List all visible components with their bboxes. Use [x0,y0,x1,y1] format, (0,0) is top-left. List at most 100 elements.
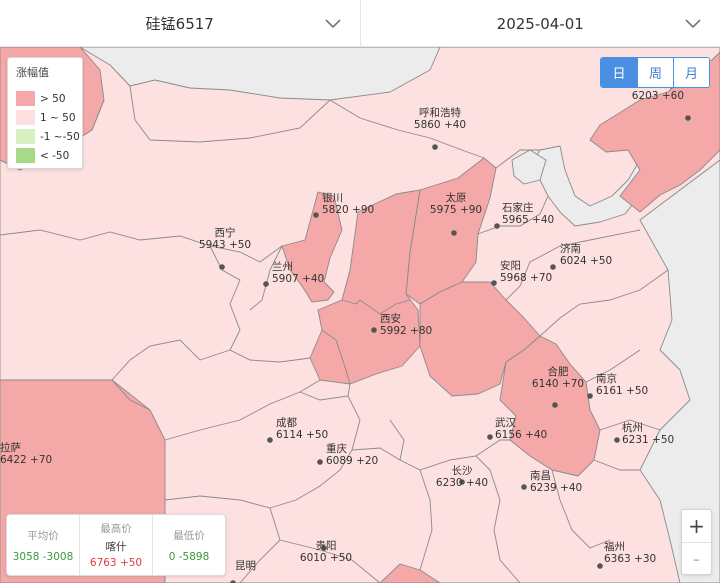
chevron-down-icon [685,19,701,29]
max-price-value: 6763 +50 [89,557,143,569]
city-marker[interactable]: 兰州5907 +40 [263,260,324,287]
price-stats-panel: 平均价 3058 -3008 最高价 喀什 6763 +50 最低价 0 -58… [6,514,226,576]
city-price: 6024 +50 [560,255,612,267]
city-marker[interactable]: 武汉6156 +40 [487,416,547,441]
legend-label: < -50 [40,149,70,162]
city-dot [263,281,269,287]
city-marker[interactable]: 福州6363 +30 [597,540,656,569]
city-marker[interactable]: 石家庄5965 +40 [494,201,554,229]
city-dot [451,230,457,236]
city-marker[interactable]: 呼和浩特5860 +40 [414,107,466,150]
city-dot [550,264,556,270]
product-select[interactable]: 硅锰6517 [0,0,360,47]
legend-item[interactable]: > 50 [16,89,74,108]
city-dot [494,223,500,229]
city-name: 拉萨 [0,441,21,454]
city-name: 南昌 [530,469,551,482]
city-marker[interactable]: 南京6161 +50 [587,372,648,399]
city-markers: 沈阳6203 +60呼和浩特5860 +40银川5820 +90太原5975 +… [0,77,691,583]
city-dot [219,264,225,270]
city-marker[interactable]: 合肥6140 +70 [532,365,584,408]
city-name: 贵阳 [316,539,337,552]
city-marker[interactable]: 济南6024 +50 [550,242,612,270]
city-price: 6156 +40 [495,429,547,441]
city-price: 5968 +70 [500,272,552,284]
city-dot [521,484,527,490]
city-marker[interactable]: 太原5975 +90 [430,191,482,236]
zoom-out-button[interactable]: - [682,542,711,574]
city-marker[interactable]: 南昌6239 +40 [521,469,582,494]
city-price: 5943 +50 [199,239,251,251]
city-marker[interactable]: 杭州6231 +50 [614,421,674,446]
city-dot [597,563,603,569]
city-dot [587,393,593,399]
city-name: 安阳 [500,259,521,272]
max-price-city: 喀什 [105,541,127,553]
city-marker[interactable]: 昆明 [230,560,256,583]
city-dot [371,327,377,333]
city-marker[interactable]: 拉萨6422 +70 [0,441,52,466]
city-marker[interactable]: 重庆6089 +20 [317,442,378,467]
period-day-button[interactable]: 日 [601,58,637,87]
city-price: 5820 +90 [322,204,374,216]
zoom-in-button[interactable]: + [682,510,711,542]
city-name: 西宁 [215,226,236,239]
date-select[interactable]: 2025-04-01 [359,0,720,47]
city-name: 兰州 [272,260,293,273]
max-price-stat: 最高价 喀什 6763 +50 [79,515,152,575]
city-price: 6089 +20 [326,455,378,467]
city-name: 成都 [276,417,297,429]
city-dot [267,437,273,443]
city-dot [432,144,438,150]
city-name: 银川 [322,191,343,204]
chevron-down-icon [324,19,341,29]
city-dot [685,115,691,121]
legend-swatch [16,91,35,106]
city-name: 太原 [446,191,467,204]
map-canvas[interactable]: 沈阳6203 +60呼和浩特5860 +40银川5820 +90太原5975 +… [0,47,720,583]
city-name: 长沙 [452,465,473,477]
city-price: 6010 +50 [300,552,352,564]
period-toggle: 日 周 月 [600,57,710,88]
period-month-button[interactable]: 月 [673,58,709,87]
city-dot [487,434,493,440]
city-dot [491,280,497,286]
city-price: 6140 +70 [532,378,584,390]
city-marker[interactable]: 银川5820 +90 [313,191,374,218]
avg-price-stat: 平均价 3058 -3008 [7,515,79,575]
city-name: 南京 [596,372,617,385]
avg-price-label: 平均价 [27,529,59,542]
legend-item[interactable]: 1 ~ 50 [16,108,76,127]
period-week-button[interactable]: 周 [637,58,673,87]
city-price: 5992 +80 [380,325,432,337]
legend-item[interactable]: < -50 [16,146,74,165]
city-marker[interactable]: 长沙6230 +40 [436,465,488,489]
max-price-label: 最高价 [100,523,132,535]
city-price: 6161 +50 [596,385,648,397]
city-marker[interactable]: 贵阳6010 +50 [300,539,352,564]
city-dot [614,437,620,443]
city-price: 6203 +60 [632,90,684,102]
city-name: 石家庄 [502,201,534,214]
city-marker[interactable]: 西宁5943 +50 [199,226,251,270]
city-name: 昆明 [235,560,256,572]
city-name: 杭州 [622,421,643,434]
header-bar: 硅锰6517 2025-04-01 [0,0,720,47]
city-price: 5907 +40 [272,273,324,285]
legend-label: > 50 [40,92,66,105]
city-price: 6114 +50 [276,429,328,441]
city-name: 武汉 [495,416,516,429]
zoom-control: + - [681,509,712,575]
min-price-stat: 最低价 0 -5898 [152,515,225,575]
city-name: 福州 [604,540,625,553]
city-marker[interactable]: 成都6114 +50 [267,417,328,443]
legend-item[interactable]: -1 ~-50 [16,127,80,146]
date-select-value: 2025-04-01 [496,14,584,33]
city-marker[interactable]: 西安5992 +80 [371,312,432,337]
city-name: 合肥 [548,365,569,378]
city-marker[interactable]: 安阳5968 +70 [491,259,552,286]
min-price-label: 最低价 [173,529,205,542]
city-name: 呼和浩特 [419,107,461,119]
city-dot [552,402,558,408]
city-dot [317,459,323,465]
